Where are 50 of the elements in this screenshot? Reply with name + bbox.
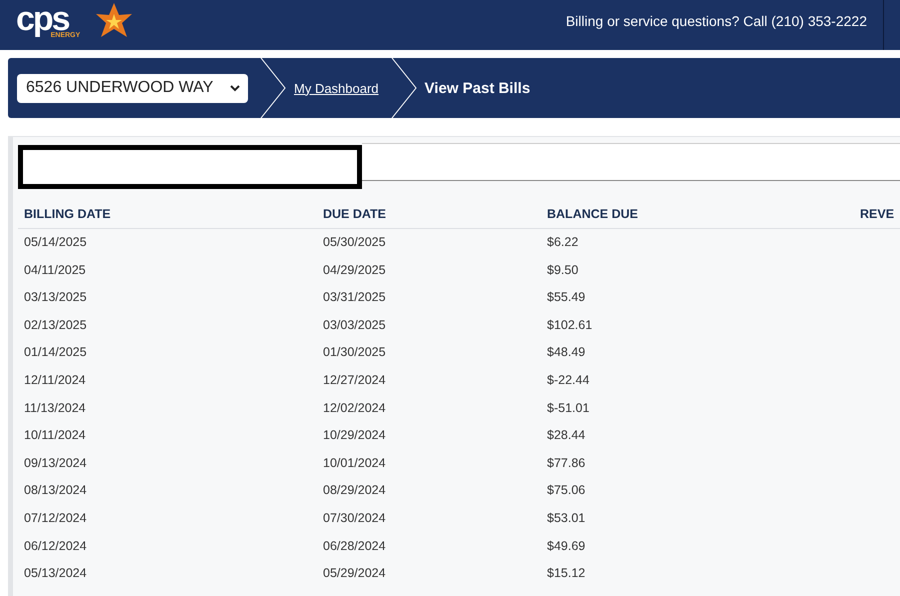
address-select[interactable]: 6526 UNDERWOOD WAY [17,74,248,102]
table-cell-text: 12/11/2024 [23,372,87,389]
table-cell-text: $9.50 [546,262,580,279]
table-cell-text: 08/13/2024 [23,482,88,500]
table-cell-text: 05/30/2025 [322,234,387,251]
table-cell-text: 05/29/2024 [322,565,387,582]
table-cell-text: 04/11/2025 [23,262,87,279]
column-header: BILLING DATE [18,207,317,229]
table-cell-text: 06/28/2024 [322,538,387,555]
table-cell-text: 01/14/2025 [23,344,88,362]
table-cell-text: $-51.01 [546,400,590,417]
table-cell-text: $28.44 [546,427,586,444]
chevron-divider-icon [390,58,417,118]
table-cell-text: 03/03/2025 [322,316,387,334]
table-cell-text: $102.61 [546,316,594,334]
table-cell-text: 12/27/2024 [322,372,387,389]
column-header: DUE DATE [317,207,541,229]
table-cell-text: $77.86 [546,454,586,472]
breadcrumb-link[interactable]: My Dashboard [294,80,379,96]
table-cell-text: $75.06 [546,482,586,500]
table-cell-text: 10/11/2024 [23,427,87,444]
table-cell-text: $-22.44 [546,372,590,389]
table-cell-text: 12/02/2024 [322,400,387,417]
table-cell-text: 02/13/2025 [23,316,88,334]
column-header: BALANCE DUE [541,207,854,229]
table-cell-text: 11/13/2024 [23,400,87,417]
table-cell-text: $49.69 [546,538,586,555]
table-cell-text: 03/31/2025 [322,289,387,306]
column-header: REVE [854,207,900,229]
table-cell-text: $15.12 [546,565,586,582]
table-cell-text: 05/13/2024 [23,565,88,582]
table-cell-text: 09/13/2024 [23,454,88,472]
table-cell-text: 10/01/2024 [322,454,387,472]
page-title: View Past Bills [424,80,530,96]
table-cell-text: 06/12/2024 [23,538,88,555]
table-cell-text: $53.01 [546,510,586,527]
table-cell-text: 10/29/2024 [322,427,387,444]
table-cell-text: 04/29/2025 [322,262,387,279]
table-cell-text: 03/13/2025 [23,289,88,306]
table-cell-text: $55.49 [546,289,586,306]
chevron-divider-icon [260,58,286,118]
table-cell-text: 07/12/2024 [23,510,88,527]
caret-icon [230,84,240,92]
table-cell-text: 01/30/2025 [322,344,387,362]
table-cell-text: 07/30/2024 [322,510,387,527]
help-text: Billing or service questions? Call (210) 353-2222 [566,0,884,50]
table-cell-text: 05/14/2025 [23,234,88,251]
table-cell-text: $6.22 [546,234,580,251]
table-cell-text: 08/29/2024 [322,482,387,500]
table-cell-text: $48.49 [546,344,586,362]
